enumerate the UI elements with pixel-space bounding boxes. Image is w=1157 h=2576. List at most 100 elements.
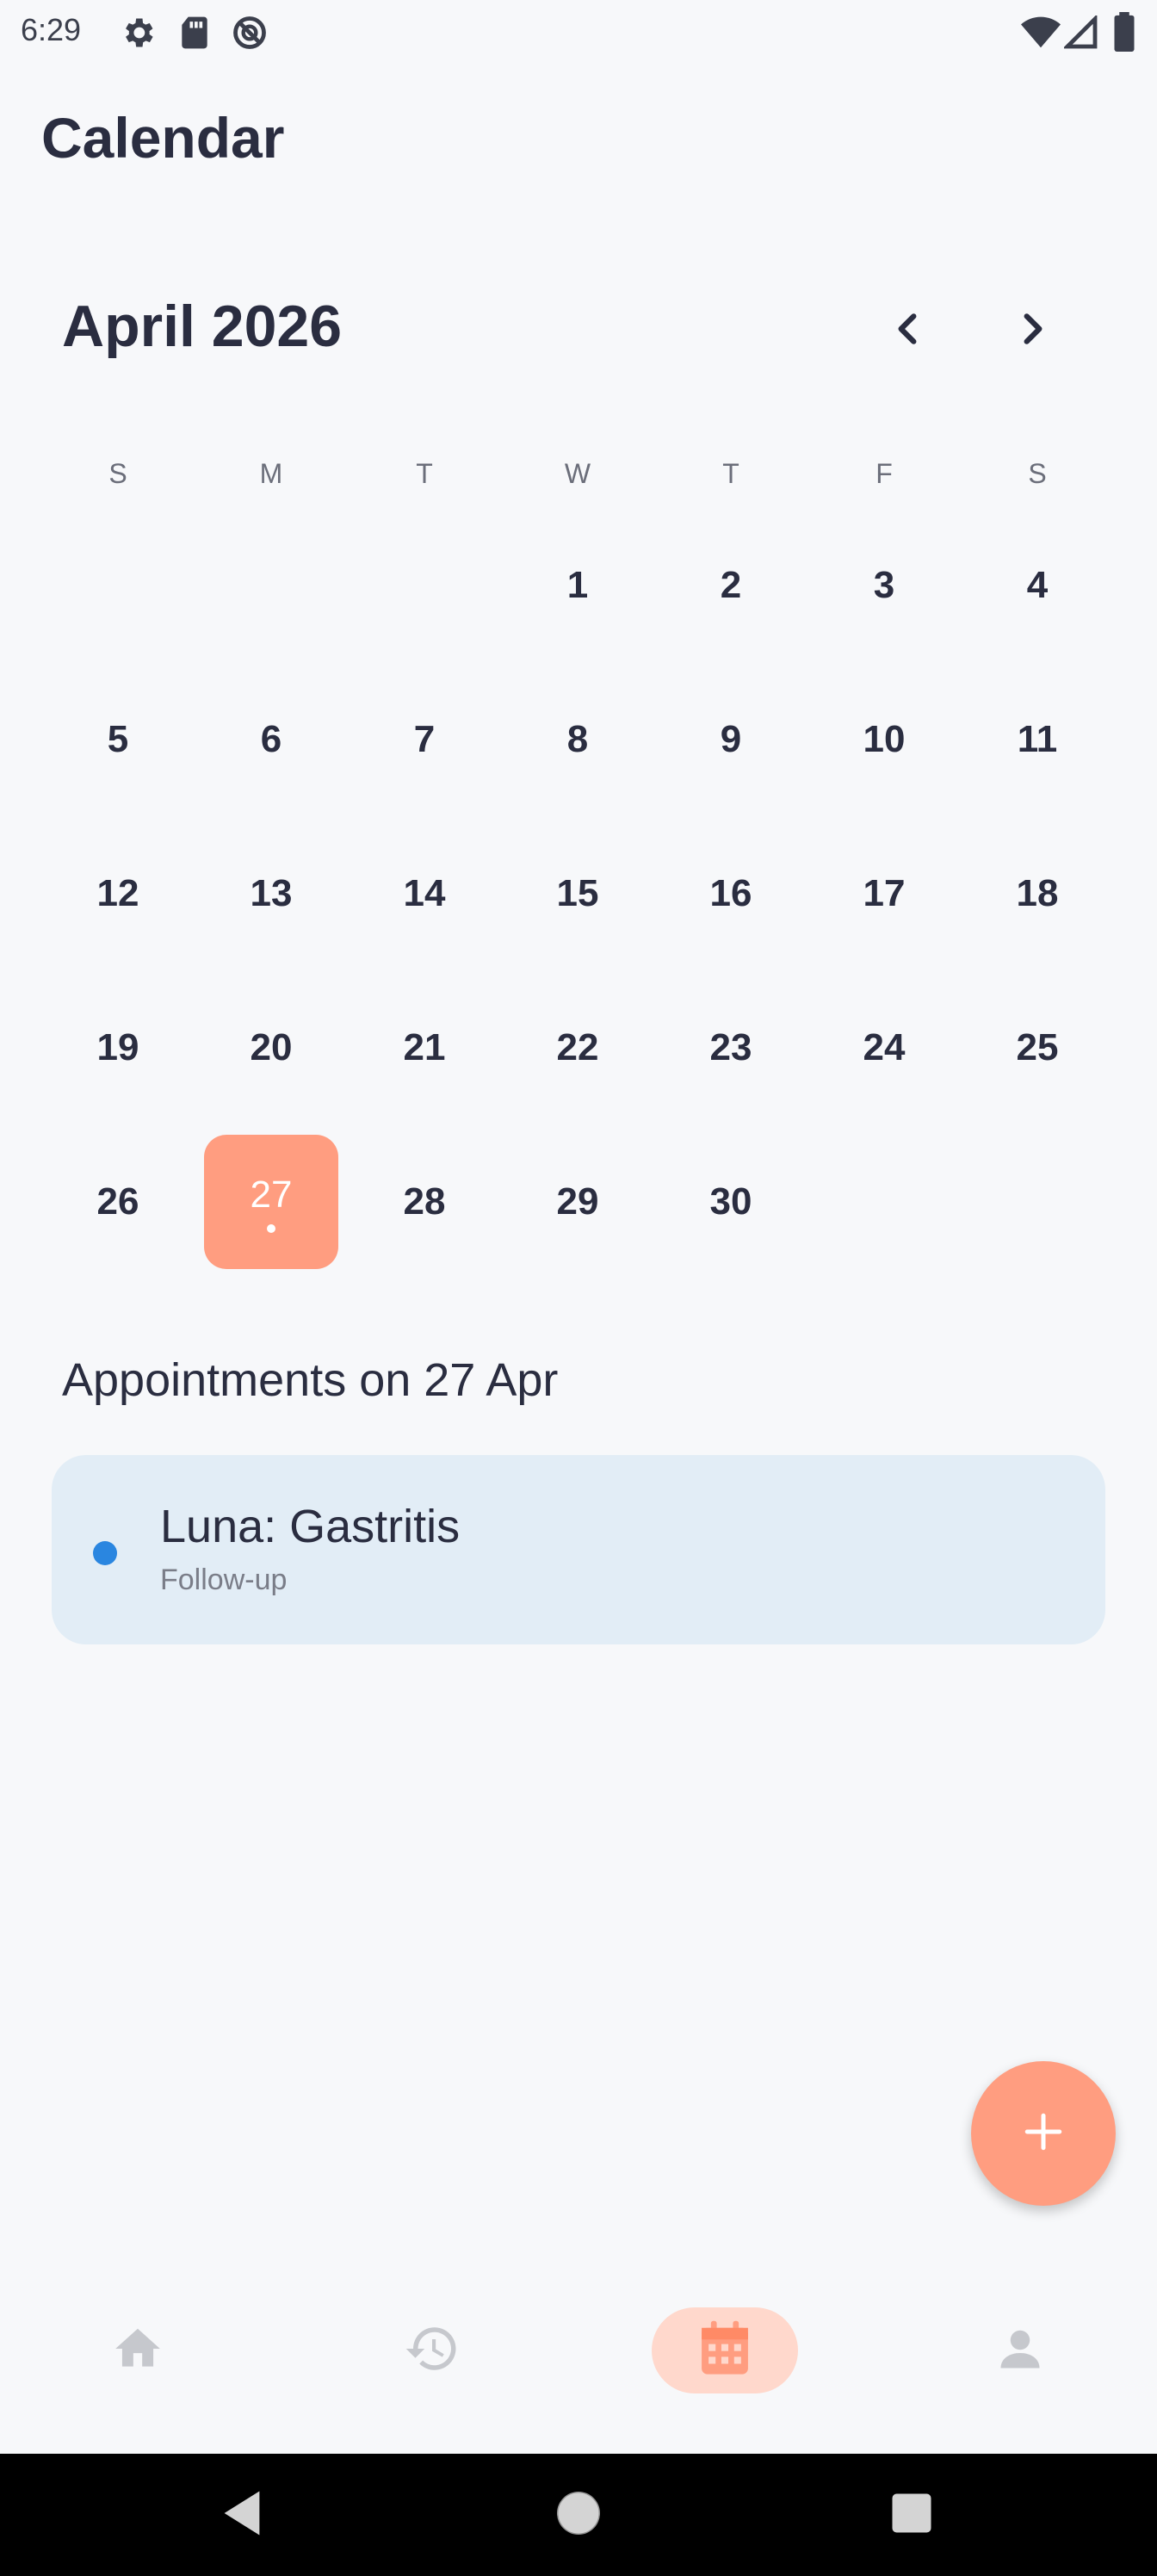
day-number: 1 <box>566 563 589 606</box>
calendar-day[interactable]: 14 <box>348 816 501 970</box>
day-number: 4 <box>1026 563 1049 606</box>
calendar-day[interactable]: 30 <box>654 1124 807 1279</box>
signal-icon <box>1062 14 1098 54</box>
calendar-week-row: 1 2 3 4 <box>41 508 1116 662</box>
calendar-week-row: 12 13 14 15 16 17 18 <box>41 816 1116 970</box>
day-number: 19 <box>96 1025 139 1068</box>
day-number: 11 <box>1017 717 1058 760</box>
back-triangle-icon <box>220 2489 264 2542</box>
day-number: 30 <box>709 1180 752 1223</box>
day-number: 5 <box>107 717 129 760</box>
nav-profile[interactable] <box>947 2307 1093 2393</box>
no-disturb-icon <box>231 14 269 56</box>
calendar-day[interactable]: 19 <box>41 970 195 1124</box>
settings-icon <box>119 14 157 56</box>
calendar-day[interactable]: 16 <box>654 816 807 970</box>
calendar-day[interactable]: 23 <box>654 970 807 1124</box>
battery-icon <box>1114 12 1135 56</box>
day-number: 27 <box>250 1173 293 1216</box>
calendar-week-row: 26 27 28 29 30 <box>41 1124 1116 1279</box>
day-number: 12 <box>96 871 139 914</box>
calendar-icon <box>696 2319 753 2383</box>
calendar-day[interactable]: 22 <box>501 970 654 1124</box>
day-number: 9 <box>720 717 742 760</box>
nav-history[interactable] <box>359 2307 505 2393</box>
calendar-day[interactable]: 11 <box>961 662 1114 816</box>
empty-day-cell <box>348 508 501 662</box>
calendar-week-row: 19 20 21 22 23 24 25 <box>41 970 1116 1124</box>
calendar-weeks: 1 2 3 4 5 6 7 8 9 10 11 12 13 14 15 16 17 18 19 20 21 22 23 24 2… <box>41 508 1116 1279</box>
calendar-day[interactable]: 20 <box>195 970 348 1124</box>
calendar-day[interactable]: 3 <box>807 508 961 662</box>
appointment-title: Luna: Gastritis <box>160 1501 461 1552</box>
weekday-label: T <box>722 458 739 489</box>
weekday-label: W <box>564 458 591 489</box>
bottom-navigation <box>0 2290 1157 2454</box>
appointment-card[interactable]: Luna: Gastritis Follow-up <box>52 1455 1105 1644</box>
calendar-day[interactable]: 1 <box>501 508 654 662</box>
day-number: 20 <box>250 1025 293 1068</box>
day-number: 29 <box>556 1180 599 1223</box>
status-time: 6:29 <box>21 12 82 47</box>
home-icon <box>111 2322 164 2380</box>
status-bar: 6:29 <box>0 0 1157 62</box>
day-number: 3 <box>873 563 895 606</box>
calendar-day[interactable]: 25 <box>961 970 1114 1124</box>
weekday-header-row: S M T W T F S <box>41 439 1116 508</box>
day-number: 6 <box>260 717 282 760</box>
day-number: 17 <box>863 871 906 914</box>
calendar-day[interactable]: 2 <box>654 508 807 662</box>
calendar-day[interactable]: 8 <box>501 662 654 816</box>
calendar-day[interactable]: 9 <box>654 662 807 816</box>
day-number: 22 <box>556 1025 599 1068</box>
empty-day-cell <box>961 1124 1114 1279</box>
calendar-day[interactable]: 12 <box>41 816 195 970</box>
home-circle-icon <box>553 2487 604 2543</box>
day-number: 28 <box>403 1180 446 1223</box>
appointments-heading: Appointments on 27 Apr <box>62 1354 559 1406</box>
appointment-status-dot <box>93 1541 117 1565</box>
page-title: Calendar <box>41 106 285 170</box>
weekday-label: F <box>875 458 893 489</box>
day-number: 2 <box>720 563 742 606</box>
nav-calendar[interactable] <box>652 2307 798 2393</box>
calendar-day[interactable]: 24 <box>807 970 961 1124</box>
wifi-icon <box>1021 15 1061 54</box>
calendar-day[interactable]: 18 <box>961 816 1114 970</box>
calendar-day[interactable]: 29 <box>501 1124 654 1279</box>
weekday-label: M <box>259 458 283 489</box>
calendar-day[interactable]: 15 <box>501 816 654 970</box>
nav-home[interactable] <box>65 2307 211 2393</box>
calendar-day[interactable]: 28 <box>348 1124 501 1279</box>
previous-month-button[interactable] <box>873 301 942 360</box>
day-number: 8 <box>566 717 589 760</box>
event-indicator-dot <box>267 1224 275 1233</box>
empty-day-cell <box>807 1124 961 1279</box>
calendar-day[interactable]: 26 <box>41 1124 195 1279</box>
calendar-day[interactable]: 7 <box>348 662 501 816</box>
day-number: 13 <box>250 871 293 914</box>
calendar-day[interactable]: 17 <box>807 816 961 970</box>
chevron-left-icon <box>890 310 925 352</box>
recents-square-icon <box>890 2492 933 2539</box>
day-number: 23 <box>709 1025 752 1068</box>
calendar-week-row: 5 6 7 8 9 10 11 <box>41 662 1116 816</box>
calendar-day[interactable]: 21 <box>348 970 501 1124</box>
day-number: 25 <box>1016 1025 1059 1068</box>
system-home-button[interactable] <box>548 2485 609 2545</box>
add-appointment-button[interactable] <box>971 2061 1116 2206</box>
calendar-grid: S M T W T F S 1 2 3 4 5 6 7 8 9 10 11 12 13 14 15 16 17 1… <box>41 439 1116 1279</box>
empty-day-cell <box>195 508 348 662</box>
calendar-day[interactable]: 4 <box>961 508 1114 662</box>
weekday-label: S <box>1028 458 1047 489</box>
next-month-button[interactable] <box>999 301 1067 360</box>
calendar-day-selected[interactable]: 27 <box>195 1124 348 1279</box>
calendar-day[interactable]: 6 <box>195 662 348 816</box>
system-back-button[interactable] <box>212 2485 272 2545</box>
calendar-day[interactable]: 13 <box>195 816 348 970</box>
calendar-day[interactable]: 5 <box>41 662 195 816</box>
calendar-day[interactable]: 10 <box>807 662 961 816</box>
day-number: 14 <box>403 871 446 914</box>
weekday-label: S <box>108 458 127 489</box>
system-recents-button[interactable] <box>882 2485 942 2545</box>
